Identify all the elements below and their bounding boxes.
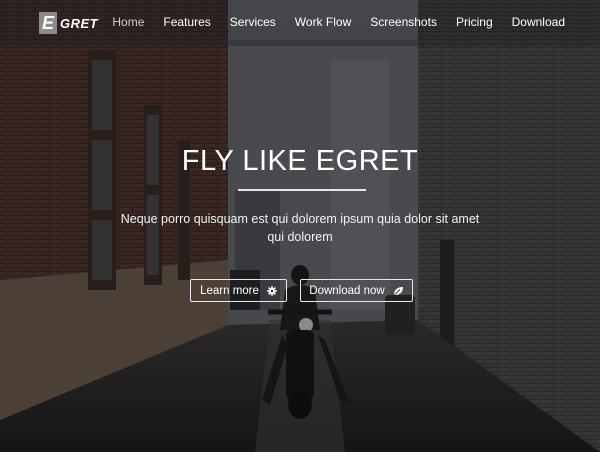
page-bottom-strip xyxy=(0,452,600,460)
hero-subtitle: Neque porro quisquam est qui dolorem ips… xyxy=(120,212,480,244)
nav-menu: Home Features Services Work Flow Screens… xyxy=(93,15,565,29)
logo-mark: E xyxy=(39,12,57,34)
nav-item-work-flow[interactable]: Work Flow xyxy=(295,15,351,29)
gear-icon xyxy=(267,285,277,296)
hero-divider xyxy=(238,189,366,191)
nav-item-home[interactable]: Home xyxy=(112,15,144,29)
leaf-icon xyxy=(393,286,404,296)
nav-item-services[interactable]: Services xyxy=(230,15,276,29)
download-now-button[interactable]: Download now xyxy=(300,279,413,302)
brand-logo[interactable]: E GRET xyxy=(39,12,98,34)
learn-more-button[interactable]: Learn more xyxy=(190,279,287,302)
nav-item-screenshots[interactable]: Screenshots xyxy=(370,15,437,29)
nav-item-features[interactable]: Features xyxy=(163,15,210,29)
download-now-label: Download now xyxy=(309,284,385,297)
nav-item-pricing[interactable]: Pricing xyxy=(456,15,493,29)
top-navbar: E GRET Home Features Services Work Flow … xyxy=(0,0,600,46)
hero-section: E GRET Home Features Services Work Flow … xyxy=(0,0,600,452)
hero-title: FLY LIKE EGRET xyxy=(181,145,419,177)
nav-item-download[interactable]: Download xyxy=(512,15,565,29)
learn-more-label: Learn more xyxy=(200,284,259,297)
